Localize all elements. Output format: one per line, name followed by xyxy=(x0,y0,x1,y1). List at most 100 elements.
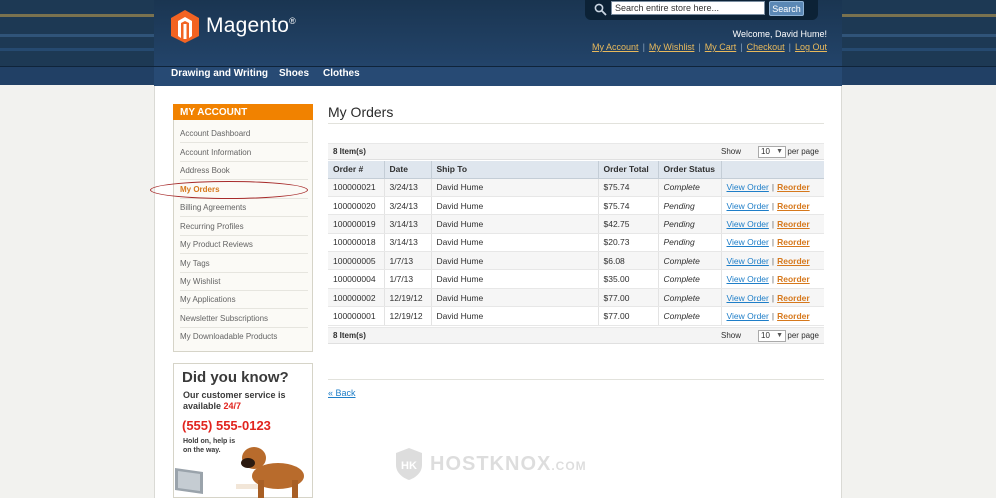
link-separator: | xyxy=(771,218,775,229)
content-divider xyxy=(328,379,824,380)
per-page-select[interactable]: 10 ▼ xyxy=(758,330,786,342)
date-cell: 12/19/12 xyxy=(384,288,432,308)
order-status-cell: Pending xyxy=(658,214,722,234)
order-number-cell: 100000001 xyxy=(328,306,385,326)
title-divider xyxy=(328,123,824,124)
order-number-cell: 100000002 xyxy=(328,288,385,308)
table-row: 100000001 12/19/12 David Hume $77.00 Complet… xyxy=(328,306,824,326)
column-header-order[interactable]: Order # xyxy=(328,161,385,179)
chevron-down-icon: ▼ xyxy=(776,332,783,339)
column-header-order-status[interactable]: Order Status xyxy=(658,161,722,179)
logo-text: Magento® xyxy=(206,14,296,37)
promo-heading: Did you know? xyxy=(182,369,289,386)
promo-phone: (555) 555-0123 xyxy=(182,418,271,433)
sidebar-item-account-dashboard[interactable]: Account Dashboard xyxy=(180,125,308,143)
actions-cell: View Order | Reorder xyxy=(721,251,824,271)
table-row: 100000018 3/14/13 David Hume $20.73 Pending V… xyxy=(328,233,824,253)
order-total-cell: $20.73 xyxy=(598,233,659,253)
date-cell: 3/14/13 xyxy=(384,233,432,253)
nav-item-drawing-and-writing[interactable]: Drawing and Writing xyxy=(171,68,268,79)
sidebar-item-my-product-reviews[interactable]: My Product Reviews xyxy=(180,236,308,254)
sidebar-item-my-applications[interactable]: My Applications xyxy=(180,291,308,309)
column-header-date[interactable]: Date xyxy=(384,161,432,179)
sidebar-item-billing-agreements[interactable]: Billing Agreements xyxy=(180,199,308,217)
column-header-actions xyxy=(721,161,824,179)
ship-to-cell: David Hume xyxy=(431,178,599,197)
order-status-cell: Pending xyxy=(658,196,722,216)
order-status-cell: Complete xyxy=(658,306,722,326)
my-wishlist-link[interactable]: My Wishlist xyxy=(649,42,695,52)
table-row: 100000019 3/14/13 David Hume $42.75 Pending V… xyxy=(328,214,824,234)
view-order-link[interactable]: View Order xyxy=(727,201,769,211)
my-cart-link[interactable]: My Cart xyxy=(705,42,737,52)
order-total-cell: $77.00 xyxy=(598,306,659,326)
order-status-cell: Complete xyxy=(658,269,722,289)
sidebar-item-my-wishlist[interactable]: My Wishlist xyxy=(180,273,308,291)
view-order-link[interactable]: View Order xyxy=(727,274,769,284)
search-button[interactable]: Search xyxy=(769,1,804,16)
sidebar-item-recurring-profiles[interactable]: Recurring Profiles xyxy=(180,218,308,236)
log-out-link[interactable]: Log Out xyxy=(795,42,827,52)
pager-top: 8 Item(s) Show 10 ▼ per page xyxy=(328,143,824,160)
view-order-link[interactable]: View Order xyxy=(727,256,769,266)
nav-item-shoes[interactable]: Shoes xyxy=(279,68,309,79)
reorder-link[interactable]: Reorder xyxy=(777,311,810,321)
ship-to-cell: David Hume xyxy=(431,251,599,271)
link-separator: | xyxy=(771,274,775,285)
sidebar-item-account-information[interactable]: Account Information xyxy=(180,144,308,162)
dog-image xyxy=(236,447,304,498)
date-cell: 3/24/13 xyxy=(384,196,432,216)
nav-item-clothes[interactable]: Clothes xyxy=(323,68,360,79)
actions-cell: View Order | Reorder xyxy=(721,178,824,197)
link-separator: | xyxy=(771,310,775,321)
view-order-link[interactable]: View Order xyxy=(727,237,769,247)
column-header-ship-to[interactable]: Ship To xyxy=(431,161,599,179)
column-header-order-total[interactable]: Order Total xyxy=(598,161,659,179)
back-link[interactable]: « Back xyxy=(328,388,356,398)
order-status-cell: Pending xyxy=(658,233,722,253)
order-status-cell: Complete xyxy=(658,251,722,271)
reorder-link[interactable]: Reorder xyxy=(777,219,810,229)
reorder-link[interactable]: Reorder xyxy=(777,201,810,211)
reorder-link[interactable]: Reorder xyxy=(777,237,810,247)
my-account-link[interactable]: My Account xyxy=(592,42,639,52)
ship-to-cell: David Hume xyxy=(431,196,599,216)
reorder-link[interactable]: Reorder xyxy=(777,182,810,192)
view-order-link[interactable]: View Order xyxy=(727,311,769,321)
table-row: 100000002 12/19/12 David Hume $77.00 Complet… xyxy=(328,288,824,308)
view-order-link[interactable]: View Order xyxy=(727,219,769,229)
sidebar-item-address-book[interactable]: Address Book xyxy=(180,162,308,180)
svg-text:HK: HK xyxy=(401,460,417,472)
order-number-cell: 100000019 xyxy=(328,214,385,234)
reorder-link[interactable]: Reorder xyxy=(777,293,810,303)
sidebar-item-newsletter-subscriptions[interactable]: Newsletter Subscriptions xyxy=(180,310,308,328)
search-input[interactable] xyxy=(611,1,765,15)
actions-cell: View Order | Reorder xyxy=(721,233,824,253)
order-total-cell: $6.08 xyxy=(598,251,659,271)
ship-to-cell: David Hume xyxy=(431,233,599,253)
shield-icon: HK xyxy=(396,448,422,480)
link-separator: | xyxy=(771,200,775,211)
order-total-cell: $42.75 xyxy=(598,214,659,234)
reorder-link[interactable]: Reorder xyxy=(777,256,810,266)
show-label: Show xyxy=(720,331,741,340)
view-order-link[interactable]: View Order xyxy=(727,182,769,192)
table-row: 100000021 3/24/13 David Hume $75.74 Complete… xyxy=(328,178,824,197)
link-separator: | xyxy=(642,42,645,52)
view-order-link[interactable]: View Order xyxy=(727,293,769,303)
order-number-cell: 100000020 xyxy=(328,196,385,216)
sidebar-item-my-downloadable-products[interactable]: My Downloadable Products xyxy=(180,328,308,346)
watermark: HK HOSTKNOX.COM xyxy=(394,447,587,481)
reorder-link[interactable]: Reorder xyxy=(777,274,810,284)
table-row: 100000020 3/24/13 David Hume $75.74 Pending V… xyxy=(328,196,824,216)
logo[interactable]: Magento® xyxy=(170,9,296,43)
order-number-cell: 100000021 xyxy=(328,178,385,197)
per-page-select[interactable]: 10 ▼ xyxy=(758,146,786,158)
table-row: 100000004 1/7/13 David Hume $35.00 Complete V… xyxy=(328,269,824,289)
order-number-cell: 100000005 xyxy=(328,251,385,271)
promo-subtext: Our customer service is available 24/7 xyxy=(183,390,286,411)
actions-cell: View Order | Reorder xyxy=(721,269,824,289)
checkout-link[interactable]: Checkout xyxy=(747,42,785,52)
sidebar-item-my-tags[interactable]: My Tags xyxy=(180,255,308,273)
link-separator: | xyxy=(771,237,775,248)
